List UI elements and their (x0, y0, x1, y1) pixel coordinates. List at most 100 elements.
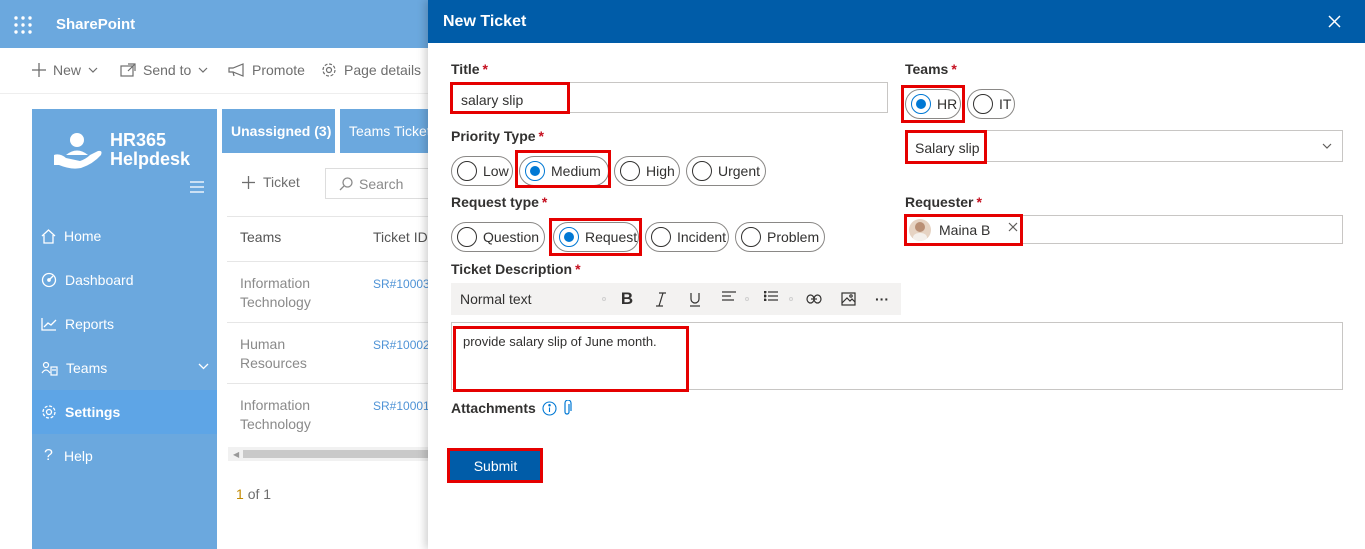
title-label-text: Title (451, 61, 480, 77)
option-label: Problem (767, 229, 820, 245)
bold-icon[interactable]: B (615, 283, 639, 315)
radio-circle (457, 161, 477, 181)
priority-label-text: Priority Type (451, 128, 536, 144)
table-row-team: Human Resources (240, 335, 360, 373)
image-icon[interactable] (835, 283, 861, 315)
highlight-box (904, 214, 1023, 246)
priority-label: Priority Type * (451, 128, 544, 144)
attachments-row: Attachments (451, 400, 572, 416)
helpdesk-sidebar: HR365 Helpdesk Home Dashboard Reports Te… (32, 109, 217, 549)
radio-circle (620, 161, 640, 181)
request-option-incident[interactable]: Incident (645, 222, 729, 252)
helpdesk-logo-text: HR365 Helpdesk (110, 131, 190, 169)
scrollbar-thumb[interactable] (243, 450, 430, 458)
highlight-box (905, 130, 987, 164)
team-line: Human (240, 336, 286, 352)
app-launcher-icon[interactable] (14, 16, 32, 34)
column-header-ticket-id[interactable]: Ticket ID (373, 229, 428, 245)
sidebar-item-reports[interactable]: Reports (32, 302, 217, 346)
sidebar-item-home[interactable]: Home (32, 214, 217, 258)
search-input[interactable]: Search (325, 168, 435, 199)
teams-label: Teams * (905, 61, 957, 77)
sidebar-item-label: Teams (66, 360, 108, 376)
sidebar-item-teams[interactable]: Teams (32, 346, 217, 390)
priority-option-low[interactable]: Low (451, 156, 513, 186)
requester-label: Requester * (905, 194, 982, 210)
pager: 1 of 1 (236, 486, 271, 502)
align-icon[interactable] (717, 283, 741, 315)
option-label: High (646, 163, 675, 179)
required-mark: * (575, 261, 581, 277)
request-option-problem[interactable]: Problem (735, 222, 825, 252)
divider (227, 261, 430, 262)
horizontal-scrollbar[interactable]: ◀ (228, 447, 430, 461)
radio-circle (692, 161, 712, 181)
option-label: Low (483, 163, 509, 179)
send-to-label: Send to (143, 62, 192, 78)
info-icon[interactable] (542, 400, 557, 416)
chevron-down-icon[interactable] (198, 363, 209, 370)
sidebar-item-settings[interactable]: Settings (32, 390, 217, 434)
close-icon[interactable] (1328, 15, 1341, 28)
teams-label-text: Teams (905, 61, 949, 77)
underline-icon[interactable] (683, 283, 707, 315)
ticket-id-link[interactable]: SR#10002 (373, 338, 430, 352)
send-to-button[interactable]: Send to (120, 62, 208, 78)
tab-teams-tickets[interactable]: Teams Tickets (340, 109, 430, 153)
request-option-question[interactable]: Question (451, 222, 545, 252)
required-mark: * (951, 61, 957, 77)
tab-unassigned[interactable]: Unassigned (3) (222, 109, 335, 153)
highlight-box (549, 218, 642, 256)
rich-text-toolbar: Normal text B ··· (451, 283, 901, 315)
chevron-down-icon (198, 67, 208, 73)
chevron-down-icon (88, 67, 98, 73)
team-line: Resources (240, 355, 307, 371)
logo-line-1: HR365 (110, 130, 167, 150)
divider (227, 383, 430, 384)
dashboard-icon (41, 272, 57, 288)
priority-option-high[interactable]: High (614, 156, 680, 186)
search-placeholder: Search (359, 175, 404, 192)
sidebar-item-dashboard[interactable]: Dashboard (32, 258, 217, 302)
option-label: IT (999, 96, 1012, 112)
team-option-it[interactable]: IT (967, 89, 1015, 119)
table-row-team: Information Technology (240, 274, 360, 312)
promote-button[interactable]: Promote (228, 62, 305, 78)
plus-icon (32, 63, 46, 77)
divider (227, 322, 430, 323)
panel-title: New Ticket (443, 13, 527, 30)
scroll-left-icon[interactable]: ◀ (233, 450, 239, 459)
hamburger-icon[interactable] (190, 181, 204, 193)
toolbar-separator (602, 297, 606, 301)
page-details-button[interactable]: Page details (321, 62, 421, 78)
add-ticket-button[interactable]: Ticket (242, 174, 300, 190)
ticket-id-link[interactable]: SR#10003 (373, 277, 430, 291)
column-header-teams[interactable]: Teams (240, 229, 281, 245)
sidebar-item-label: Help (64, 448, 93, 464)
italic-icon[interactable] (649, 283, 673, 315)
attachments-label: Attachments (451, 400, 536, 416)
more-icon[interactable]: ··· (869, 283, 895, 315)
priority-option-urgent[interactable]: Urgent (686, 156, 766, 186)
current-page[interactable]: 1 (236, 486, 244, 502)
divider (227, 216, 430, 217)
paperclip-icon[interactable] (563, 400, 572, 416)
sidebar-item-help[interactable]: ? Help (32, 434, 217, 478)
new-button[interactable]: New (32, 62, 98, 78)
gear-icon (41, 404, 57, 420)
search-icon (339, 176, 353, 191)
ticket-id-link[interactable]: SR#10001 (373, 399, 430, 413)
requester-label-text: Requester (905, 194, 974, 210)
highlight-box (901, 85, 965, 123)
radio-circle (741, 227, 761, 247)
bullet-list-icon[interactable] (759, 283, 783, 315)
link-icon[interactable] (801, 283, 827, 315)
home-icon (41, 228, 56, 244)
gear-icon (321, 62, 337, 78)
text-style-dropdown[interactable]: Normal text (460, 283, 532, 315)
app-title[interactable]: SharePoint (56, 16, 135, 33)
request-type-label-text: Request type (451, 194, 539, 210)
helpdesk-logo-icon (52, 131, 108, 171)
panel-header: New Ticket (428, 0, 1365, 43)
toolbar-separator (789, 297, 793, 301)
